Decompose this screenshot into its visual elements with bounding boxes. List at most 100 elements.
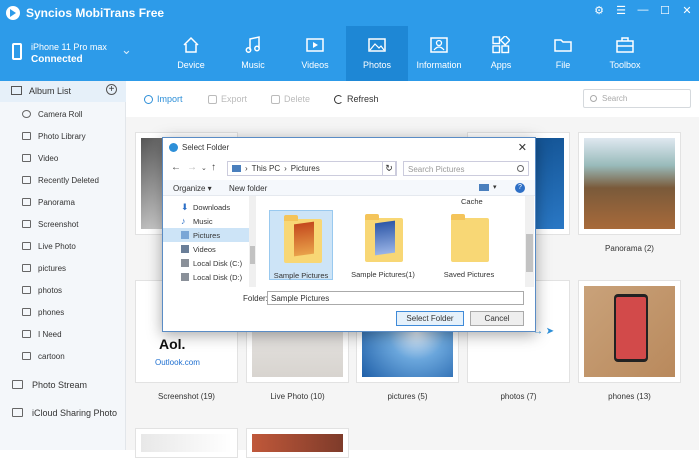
- tab-videos[interactable]: Videos: [284, 26, 346, 81]
- videos-icon: [181, 245, 189, 253]
- close-icon[interactable]: ✕: [518, 141, 527, 154]
- app-logo-icon: [169, 143, 178, 152]
- forward-arrow-icon[interactable]: →: [187, 162, 197, 173]
- search-input[interactable]: Search: [583, 89, 691, 108]
- album-list-header[interactable]: Album List +: [0, 81, 126, 102]
- minimize-icon[interactable]: —: [637, 4, 649, 17]
- outlook-logo: Outlook.com: [155, 358, 200, 367]
- close-icon[interactable]: ✕: [681, 4, 693, 17]
- chevron-down-icon[interactable]: ▾: [493, 183, 497, 191]
- sidebar-item-icloud-sharing[interactable]: iCloud Sharing Photo: [0, 401, 126, 423]
- album-thumb-phones[interactable]: [578, 280, 681, 383]
- music-icon: [245, 36, 260, 53]
- view-icon[interactable]: [479, 184, 489, 191]
- chevron-down-icon[interactable]: ⌄: [121, 42, 132, 58]
- drive-icon: [181, 259, 189, 267]
- cancel-button[interactable]: Cancel: [470, 311, 524, 326]
- refresh-button[interactable]: Refresh: [334, 94, 379, 104]
- tree-item-music[interactable]: ♪ Music: [181, 214, 213, 228]
- album-icon: [22, 220, 31, 228]
- refresh-icon[interactable]: ↻: [382, 161, 396, 176]
- contact-card-icon: [430, 37, 448, 53]
- tree-item-local-disk-c[interactable]: Local Disk (C:): [181, 256, 242, 270]
- album-thumb-panorama[interactable]: [578, 132, 681, 235]
- tree-item-local-disk-d[interactable]: Local Disk (D:): [181, 270, 242, 284]
- device-name: iPhone 11 Pro max: [31, 42, 107, 52]
- new-folder-button[interactable]: New folder: [229, 184, 267, 193]
- app-title: Syncios MobiTrans Free: [26, 6, 165, 20]
- maximize-icon[interactable]: ☐: [659, 4, 671, 17]
- select-folder-button[interactable]: Select Folder: [396, 311, 464, 326]
- album-icon: [22, 176, 31, 184]
- search-icon: [517, 165, 524, 172]
- album-thumb-cartoon[interactable]: [246, 428, 349, 458]
- sidebar-item-video[interactable]: Video: [0, 147, 126, 169]
- tab-device[interactable]: Device: [160, 26, 222, 81]
- device-selector[interactable]: iPhone 11 Pro max Connected ⌄: [0, 26, 160, 81]
- sidebar-item-i-need[interactable]: I Need: [0, 323, 126, 345]
- album-icon: [22, 264, 31, 272]
- menu-icon[interactable]: ☰: [615, 4, 627, 17]
- video-album-icon: [22, 154, 31, 162]
- tab-toolbox[interactable]: Toolbox: [594, 26, 656, 81]
- address-bar[interactable]: › This PC › Pictures ⌄: [227, 161, 397, 176]
- sidebar-item-photo-library[interactable]: Photo Library: [0, 125, 126, 147]
- app-header: Syncios MobiTrans Free ⚙ ☰ — ☐ ✕ iPhone …: [0, 0, 699, 81]
- tab-music[interactable]: Music: [222, 26, 284, 81]
- settings-icon[interactable]: ⚙: [593, 4, 605, 17]
- sidebar-item-photos[interactable]: photos: [0, 279, 126, 301]
- folder-sample-pictures[interactable]: Sample Pictures: [269, 210, 333, 280]
- tab-photos[interactable]: Photos: [346, 26, 408, 81]
- sidebar-item-cartoon[interactable]: cartoon: [0, 345, 126, 367]
- tree-scrollbar[interactable]: [249, 196, 256, 287]
- sidebar-item-panorama[interactable]: Panorama: [0, 191, 126, 213]
- device-status: Connected: [31, 54, 83, 65]
- tree-item-videos[interactable]: Videos: [181, 242, 216, 256]
- organize-menu[interactable]: Organize ▾: [173, 184, 212, 193]
- sidebar-item-phones[interactable]: phones: [0, 301, 126, 323]
- tab-file[interactable]: File: [532, 26, 594, 81]
- download-icon: ⬇: [181, 202, 189, 212]
- import-button[interactable]: Import: [144, 94, 183, 104]
- select-folder-dialog: Select Folder ✕ ← → ⌄ ↑ › This PC › Pict…: [162, 137, 536, 332]
- up-arrow-icon[interactable]: ↑: [211, 162, 216, 173]
- tab-apps[interactable]: Apps: [470, 26, 532, 81]
- dialog-search-input[interactable]: Search Pictures: [403, 161, 529, 176]
- trash-icon: [271, 94, 280, 104]
- sidebar: Album List + Camera Roll Photo Library V…: [0, 81, 126, 450]
- tree-item-downloads[interactable]: ⬇ Downloads: [181, 200, 230, 214]
- folder-saved-pictures[interactable]: Saved Pictures: [437, 210, 501, 280]
- sidebar-item-screenshot[interactable]: Screenshot: [0, 213, 126, 235]
- delete-button[interactable]: Delete: [271, 94, 310, 104]
- tab-information[interactable]: Information: [408, 26, 470, 81]
- plus-circle-icon: [144, 94, 153, 104]
- phone-image: [614, 294, 648, 362]
- chevron-down-icon[interactable]: ⌄: [201, 164, 207, 172]
- album-thumb-i-need[interactable]: [135, 428, 238, 458]
- breadcrumb-pictures[interactable]: Pictures: [291, 164, 320, 173]
- sidebar-item-photo-stream[interactable]: Photo Stream: [0, 373, 126, 395]
- back-arrow-icon[interactable]: ←: [171, 162, 181, 173]
- sidebar-item-recently-deleted[interactable]: Recently Deleted: [0, 169, 126, 191]
- album-icon: [22, 198, 31, 206]
- add-album-icon[interactable]: +: [106, 84, 117, 95]
- tree-item-pictures[interactable]: Pictures: [163, 228, 249, 242]
- photo-library-icon: [22, 132, 31, 140]
- drive-icon: [181, 273, 189, 281]
- export-button[interactable]: Export: [208, 94, 247, 104]
- refresh-icon: [334, 94, 343, 104]
- sidebar-item-live-photo[interactable]: Live Photo: [0, 235, 126, 257]
- album-caption: Panorama (2): [605, 244, 654, 253]
- help-icon[interactable]: ?: [515, 183, 525, 193]
- folder-tree: ⬇ Downloads ♪ Music Pictures Videos Local …: [163, 196, 256, 287]
- pictures-icon: [181, 231, 189, 239]
- dialog-titlebar: Select Folder ✕: [163, 138, 535, 157]
- folder-name-input[interactable]: Sample Pictures: [267, 291, 524, 305]
- folder-sample-pictures-1[interactable]: Sample Pictures(1): [351, 210, 415, 280]
- sidebar-item-camera-roll[interactable]: Camera Roll: [0, 103, 126, 125]
- breadcrumb-this-pc[interactable]: This PC: [252, 164, 280, 173]
- folder-file-list: Cache Sample Pictures Sample Pictures(1)…: [257, 196, 527, 287]
- sidebar-item-pictures[interactable]: pictures: [0, 257, 126, 279]
- album-caption: pictures (5): [387, 392, 428, 401]
- files-scrollbar[interactable]: [525, 196, 534, 287]
